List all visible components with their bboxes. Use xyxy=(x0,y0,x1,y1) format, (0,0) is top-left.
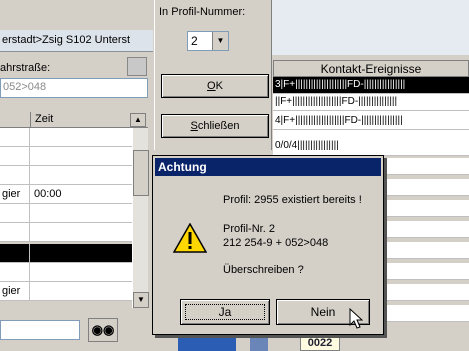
yes-button[interactable]: Ja xyxy=(180,299,270,325)
column-header-time[interactable]: Zeit xyxy=(30,112,130,128)
table-row[interactable] xyxy=(0,204,132,223)
profile-number-select[interactable]: 2 ▼ xyxy=(187,31,229,51)
kontakt-row[interactable]: 0/0/4|||||||||||||||| xyxy=(273,130,469,156)
vertical-scrollbar[interactable]: ▼ xyxy=(132,128,149,308)
cell xyxy=(30,166,132,185)
chevron-down-icon[interactable]: ▼ xyxy=(212,32,228,50)
table-row[interactable]: gier 00:00 xyxy=(0,185,132,204)
cell: 00:00 xyxy=(34,188,62,200)
confirm-dialog: Achtung Profil: 2955 existiert bereits !… xyxy=(152,155,384,335)
kontakt-row[interactable]: 3|F+||||||||||||||||||||FD-|||||||||||||… xyxy=(273,77,469,94)
cell: gier xyxy=(0,185,30,204)
table-row[interactable] xyxy=(0,147,132,166)
table-row[interactable] xyxy=(0,223,132,242)
table-row[interactable] xyxy=(0,166,132,185)
table-row[interactable] xyxy=(0,128,132,147)
scroll-up-arrow-icon[interactable]: ▲ xyxy=(130,113,146,127)
cell xyxy=(0,204,30,223)
window-title-strip: erstadt>Zsig S102 Unterst xyxy=(0,30,153,52)
dialog-profile-nr: Profil-Nr. 2 xyxy=(223,223,275,235)
kontakt-row[interactable]: ||F+|||||||||||||||||||FD-||||||||||||||… xyxy=(273,94,469,111)
top-right-strip xyxy=(270,0,469,55)
cell xyxy=(30,147,132,166)
dialog-message: Profil: 2955 existiert bereits ! xyxy=(223,194,362,206)
binoculars-icon[interactable]: ◉◉ xyxy=(88,318,118,342)
cell: gier xyxy=(0,282,30,301)
table-row[interactable] xyxy=(0,263,132,282)
kontakt-row[interactable]: 4|F+|||||||||||||||||||FD-||||||||||||||… xyxy=(273,111,469,130)
dialog-question: Überschreiben ? xyxy=(223,264,304,276)
search-input[interactable] xyxy=(0,320,80,340)
cell xyxy=(0,147,30,166)
profile-number-value: 2 xyxy=(191,34,198,48)
grid-header: Zeit ▲ xyxy=(0,112,148,128)
cell xyxy=(30,282,132,301)
profile-number-label: In Profil-Nummer: xyxy=(159,6,246,18)
street-field-label: ahrstraße: xyxy=(0,62,51,74)
close-button[interactable]: Schließen xyxy=(161,114,269,138)
table-row[interactable]: gier xyxy=(0,282,132,301)
profile-panel: In Profil-Nummer: 2 ▼ OK Schließen xyxy=(154,0,272,150)
thumbnail-image xyxy=(250,334,268,351)
scroll-down-arrow-icon[interactable]: ▼ xyxy=(133,292,149,308)
street-field-button[interactable] xyxy=(127,57,147,76)
cell xyxy=(0,244,30,263)
dialog-title: Achtung xyxy=(155,158,381,176)
cell xyxy=(0,263,30,282)
thumbnail-image xyxy=(178,334,236,351)
cell xyxy=(30,244,132,263)
cell xyxy=(30,223,132,242)
cell xyxy=(30,204,132,223)
scrollbar-thumb[interactable] xyxy=(133,150,149,196)
warning-icon xyxy=(173,223,207,253)
cell xyxy=(30,128,132,147)
focus-rect xyxy=(185,304,265,320)
code-label: 0022 xyxy=(300,336,340,351)
cell xyxy=(0,166,30,185)
street-field[interactable]: 052>048 xyxy=(0,78,148,98)
ok-button[interactable]: OK xyxy=(161,74,269,98)
mouse-pointer-icon xyxy=(349,308,363,329)
table-row-selected[interactable] xyxy=(0,244,132,263)
dialog-detail: 212 254-9 + 052>048 xyxy=(223,237,329,249)
kontakt-header: Kontakt-Ereignisse xyxy=(273,60,469,77)
cell xyxy=(0,223,30,242)
cell xyxy=(0,128,30,147)
cell xyxy=(30,263,132,282)
window-title: erstadt>Zsig S102 Unterst xyxy=(2,34,131,46)
